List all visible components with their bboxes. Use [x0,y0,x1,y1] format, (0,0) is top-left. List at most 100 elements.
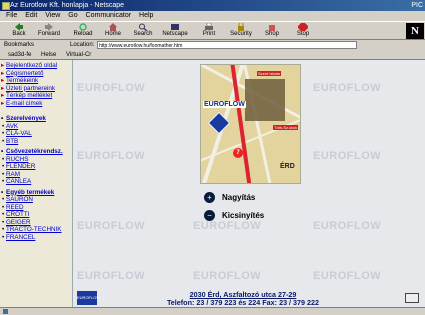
sidebar-link-products[interactable]: Termékeink [0,77,72,85]
zoom-in-label: Nagyítás [222,192,256,202]
bookmarks-button[interactable]: Bookmarks [4,40,34,51]
sidebar-item-flender[interactable]: FLENDER [0,163,72,171]
watermark-text: EUROFLOW [77,270,146,282]
sidebar-item-ruchs[interactable]: RUCHS [0,156,72,164]
reload-icon [79,23,87,31]
menu-communicator[interactable]: Communicator [86,12,132,19]
personal-toolbar: sad3d-fe Helse Virtual-Cr [0,51,425,60]
sidebar-item-francel[interactable]: FRANCEL [0,234,72,242]
sidebar-item-crotti[interactable]: CROTTI [0,211,72,219]
page-footer: EUROFLOW 2030 Érd, Aszfaltozó utca 27-29… [73,289,425,307]
status-bar [0,307,425,315]
menu-go[interactable]: Go [68,12,77,19]
print-button[interactable]: Print [194,23,224,39]
sidebar-item-tracto-technik[interactable]: TRACTO-TECHNIK [0,226,72,234]
back-button[interactable]: Back [4,23,34,39]
security-label: Security [230,31,252,37]
sidebar-item-geiger[interactable]: GEIGER [0,219,72,227]
forward-arrow-icon [45,23,53,31]
netscape-label: Netscape [162,31,188,37]
home-icon [109,23,117,31]
link-item[interactable]: sad3d-fe [8,52,31,58]
security-status-icon [3,309,8,314]
sidebar-item-ram[interactable]: RAM [0,171,72,179]
map-brand-logo: EUROFLOW [203,101,246,108]
sidebar-link-company[interactable]: Cégismertető [0,70,72,78]
footer-phone: Telefon: 23 / 379 223 és 224 Fax: 23 / 3… [166,298,320,307]
location-label: Location: [70,42,95,48]
window-title-bar: Az Eurotlow Kft. honlapja - Netscape PIC [0,0,425,11]
window-controls-label: PIC [411,2,423,9]
link-item[interactable]: Virtual-Cr [66,52,91,58]
back-arrow-icon [15,23,23,31]
security-button[interactable]: Security [226,23,256,39]
sidebar-section-fittings[interactable]: Szerelvények [0,115,72,123]
netscape-button[interactable]: Netscape [160,23,190,39]
stop-button[interactable]: Stop [288,23,318,39]
menu-bar: File Edit View Go Communicator Help [0,11,425,21]
print-icon [205,23,213,30]
search-label: Search [133,31,153,37]
sidebar-item-cla-val[interactable]: CLA-VAL [0,130,72,138]
stop-icon [298,23,308,31]
url-field[interactable]: http://www.eurotlow.hu/foomather.htm [97,41,357,49]
watermark-text: EUROFLOW [193,270,262,282]
main-content: EUROFLOW EUROFLOW EUROFLOW EUROFLOW EURO… [73,60,425,307]
menu-help[interactable]: Help [139,12,153,19]
forward-button[interactable]: Forward [34,23,64,39]
sidebar-navigation: Bejelentkező oldal Cégismertető Termékei… [0,60,73,307]
app-icon [2,2,10,10]
watermark-text: EUROFLOW [77,82,146,94]
menu-view[interactable]: View [45,12,60,19]
watermark-text: EUROFLOW [77,150,146,162]
watermark-text: EUROFLOW [193,220,262,232]
sidebar-section-pipe-systems[interactable]: Csőveze­ték­rendsz. [0,148,72,156]
location-bar: Bookmarks Location: http://www.eurotlow.… [0,40,425,51]
back-label: Back [12,31,26,37]
home-button[interactable]: Home [98,23,128,39]
footer-contact: 2030 Érd, Aszfaltozó utca 27-29 Telefon:… [73,291,413,307]
map-street-label: Szent István [257,71,282,76]
map-city-label: ÉRD [280,163,295,170]
reload-button[interactable]: Reload [68,23,98,39]
sidebar-section-other-products[interactable]: Egyéb termékek [0,189,72,197]
sidebar-item-sauron[interactable]: SAURON [0,196,72,204]
watermark-text: EUROFLOW [313,270,382,282]
sidebar-item-reed[interactable]: REED [0,204,72,212]
sidebar-link-partners[interactable]: Üzleti partnereink [0,85,72,93]
shop-button[interactable]: Shop [257,23,287,39]
sidebar-link-email[interactable]: E-mail címek [0,100,72,108]
forward-label: Forward [37,31,60,37]
sidebar-link-map[interactable]: Térkép melléklet [0,92,72,100]
minus-icon: − [204,209,215,221]
sidebar-link-login[interactable]: Bejelentkező oldal [0,62,72,70]
map-street-label: Tóth-Sz.utca [273,125,298,130]
print-label: Print [202,31,216,37]
menu-edit[interactable]: Edit [25,12,37,19]
link-item[interactable]: Helse [41,52,56,58]
netscape-icon [171,24,179,30]
lock-icon [238,23,244,31]
route-number-sign: 7 [233,148,243,158]
plus-icon: + [204,191,215,203]
search-button[interactable]: Search [128,23,158,39]
zoom-in-button[interactable]: + Nagyítás [204,191,255,203]
sidebar-item-avk[interactable]: AVK [0,123,72,131]
window-title: Az Eurotlow Kft. honlapja - Netscape [10,2,125,9]
watermark-text: EUROFLOW [313,220,382,232]
sidebar-item-canlea[interactable]: CANLEA [0,178,72,186]
home-label: Home [104,31,121,37]
search-icon [139,23,148,31]
zoom-out-label: Kicsinyítés [222,210,265,220]
location-map[interactable]: Szent István Tóth-Sz.utca EUROFLOW 7 ÉRD [200,64,301,184]
zoom-out-button[interactable]: − Kicsinyítés [204,209,264,221]
netscape-logo: N [406,23,424,39]
watermark-text: EUROFLOW [313,150,382,162]
watermark-text: EUROFLOW [77,220,146,232]
mail-icon[interactable] [405,293,419,303]
stop-label: Stop [296,31,310,37]
menu-file[interactable]: File [6,12,17,19]
shop-label: Shop [264,31,279,37]
sidebar-item-btb[interactable]: BTB [0,138,72,146]
reload-label: Reload [73,31,93,37]
